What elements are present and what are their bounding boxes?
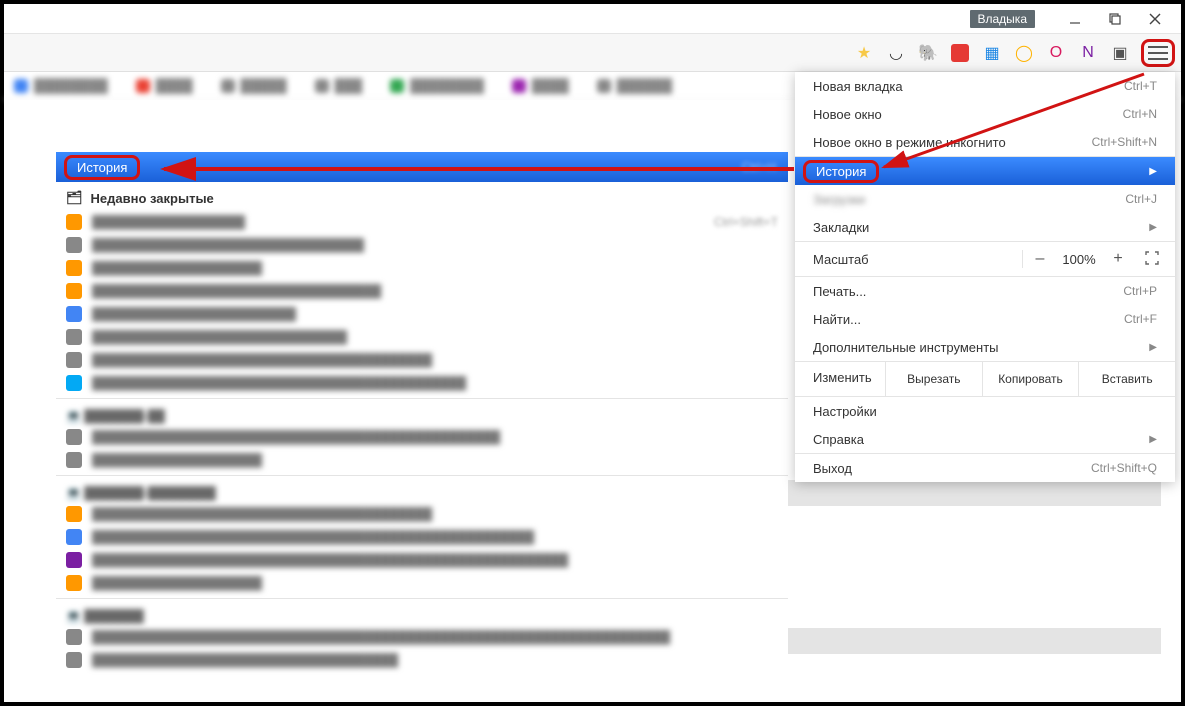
copy-button[interactable]: Копировать [982,362,1079,396]
page-placeholder [785,628,1161,654]
page-placeholder [785,480,1161,506]
tab-icon: 🗂 [66,190,83,206]
menu-label: Справка [813,432,864,447]
history-item[interactable]: ██████████████████ Ctrl+Shift+T [56,210,788,233]
history-item[interactable]: ████████████████████████████████████████ [56,348,788,371]
browser-main-menu: Новая вкладка Ctrl+T Новое окно Ctrl+N Н… [795,72,1175,482]
minimize-button[interactable] [1055,7,1095,31]
menu-item-print[interactable]: Печать... Ctrl+P [795,277,1175,305]
menu-shortcut: Ctrl+Shift+Q [1091,461,1157,475]
history-item[interactable]: ████████████████████████████████ [56,233,788,256]
pocket-extension-icon[interactable]: ◡ [885,42,907,64]
menu-label: Загрузки [813,192,865,207]
menu-shortcut: Ctrl+J [1125,192,1157,206]
history-label-highlight: История [64,155,140,180]
edit-label: Изменить [795,362,885,396]
menu-shortcut: Ctrl+P [1123,284,1157,298]
history-item[interactable]: ██████████████████████████████████ [56,279,788,302]
history-header-shortcut: Ctrl+H [742,160,776,174]
browser-toolbar: ★ ◡ 🐘 ▦ ◯ O N ▣ [4,34,1181,72]
main-menu-button[interactable] [1148,44,1168,62]
submenu-arrow-icon: ▶ [1149,342,1157,353]
menu-shortcut: Ctrl+N [1123,107,1157,121]
menu-item-bookmarks[interactable]: Закладки ▶ [795,213,1175,241]
maximize-button[interactable] [1095,7,1135,31]
history-item[interactable]: ████████████████████████████████████████… [56,425,788,448]
submenu-arrow-icon: ▶ [1149,166,1157,177]
history-item[interactable]: ██████████████████████████████ [56,325,788,348]
reopen-shortcut: Ctrl+Shift+T [714,215,778,229]
bookmark-star-icon[interactable]: ★ [853,42,875,64]
history-label-highlight: История [803,160,879,183]
history-item[interactable]: ████████████████████████████████████████… [56,625,788,648]
history-item[interactable]: ████████████████████████████████████████ [56,502,788,525]
menu-label: Закладки [813,220,869,235]
menu-shortcut: Ctrl+T [1124,79,1157,93]
main-menu-button-highlight [1141,39,1175,67]
history-submenu: История Ctrl+H 🗂 Недавно закрытые ██████… [56,152,788,671]
paste-button[interactable]: Вставить [1078,362,1175,396]
menu-label: Новое окно [813,107,882,122]
synced-device-header: 💻 ███████ [56,603,788,625]
menu-item-zoom: Масштаб – 100% + [795,242,1175,276]
menu-item-new-window[interactable]: Новое окно Ctrl+N [795,100,1175,128]
history-item[interactable]: ████████████████████████████████████████… [56,371,788,394]
menu-label: Дополнительные инструменты [813,340,999,355]
menu-label: История [816,164,866,179]
fullscreen-button[interactable] [1135,251,1169,268]
profile-badge[interactable]: Владыка [970,10,1036,28]
history-item[interactable]: ████████████████████ [56,448,788,471]
window-titlebar: Владыка [4,4,1181,34]
recently-closed-header: 🗂 Недавно закрытые [56,182,788,210]
submenu-arrow-icon: ▶ [1149,222,1157,233]
yandex-extension-icon[interactable]: ◯ [1013,42,1035,64]
menu-item-exit[interactable]: Выход Ctrl+Shift+Q [795,454,1175,482]
menu-item-more-tools[interactable]: Дополнительные инструменты ▶ [795,333,1175,361]
zoom-out-button[interactable]: – [1023,250,1057,268]
menu-item-settings[interactable]: Настройки [795,397,1175,425]
menu-label: Новое окно в режиме инкогнито [813,135,1006,150]
menu-label: Новая вкладка [813,79,903,94]
extension-icon[interactable]: ▣ [1109,42,1131,64]
history-header-label: История [77,160,127,175]
history-item[interactable]: ████████████████████████████████████████… [56,525,788,548]
menu-item-new-tab[interactable]: Новая вкладка Ctrl+T [795,72,1175,100]
menu-item-downloads[interactable]: Загрузки Ctrl+J [795,185,1175,213]
menu-item-help[interactable]: Справка ▶ [795,425,1175,453]
menu-item-edit: Изменить Вырезать Копировать Вставить [795,362,1175,396]
history-item[interactable]: ████████████████████ [56,571,788,594]
zoom-percent: 100% [1057,252,1101,267]
menu-item-incognito[interactable]: Новое окно в режиме инкогнито Ctrl+Shift… [795,128,1175,156]
history-item[interactable]: ████████████████████ [56,256,788,279]
recently-closed-label: Недавно закрытые [91,191,214,206]
menu-shortcut: Ctrl+F [1124,312,1157,326]
evernote-extension-icon[interactable]: 🐘 [917,42,939,64]
history-item[interactable]: ████████████████████████ [56,302,788,325]
menu-label: Настройки [813,404,877,419]
submenu-arrow-icon: ▶ [1149,434,1157,445]
history-item[interactable]: ████████████████████████████████████████… [56,548,788,571]
menu-shortcut: Ctrl+Shift+N [1092,135,1157,149]
synced-device-header: 💻 ███████-████████ [56,480,788,502]
adblock-extension-icon[interactable] [949,42,971,64]
translate-extension-icon[interactable]: ▦ [981,42,1003,64]
menu-label: Выход [813,461,852,476]
history-item[interactable]: ████████████████████████████████████ [56,648,788,671]
onenote-extension-icon[interactable]: N [1077,42,1099,64]
menu-item-find[interactable]: Найти... Ctrl+F [795,305,1175,333]
history-submenu-header[interactable]: История Ctrl+H [56,152,788,182]
cut-button[interactable]: Вырезать [885,362,982,396]
zoom-label: Масштаб [813,252,1022,267]
menu-item-history[interactable]: История ▶ [795,157,1175,185]
menu-label: Найти... [813,312,861,327]
close-button[interactable] [1135,7,1175,31]
synced-device-header: 💻 ███████-██ [56,403,788,425]
zoom-in-button[interactable]: + [1101,250,1135,268]
opera-extension-icon[interactable]: O [1045,42,1067,64]
menu-label: Печать... [813,284,866,299]
